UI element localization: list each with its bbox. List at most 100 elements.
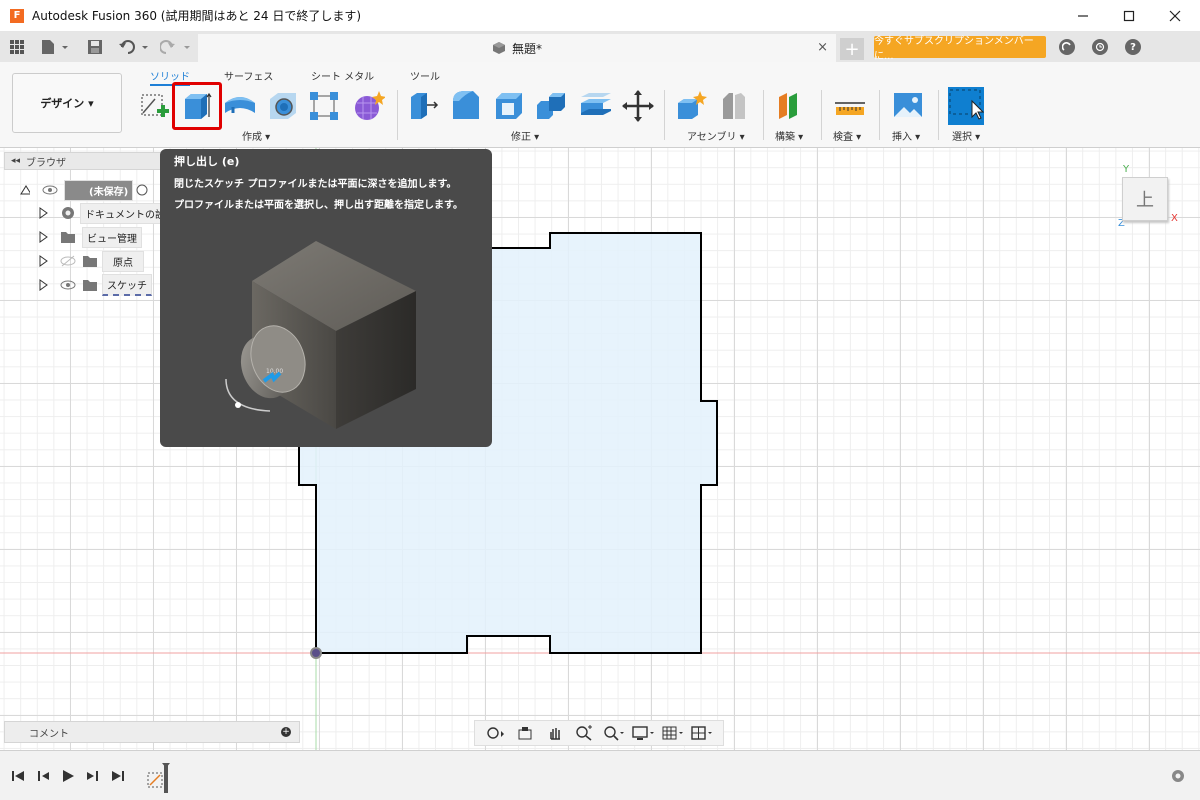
create-sketch-button[interactable] bbox=[136, 88, 172, 124]
tab-sheet-metal[interactable]: シート メタル bbox=[311, 68, 374, 83]
tooltip-description: 閉じたスケッチ プロファイルまたは平面に深さを追加します。 bbox=[174, 179, 457, 190]
new-component-icon bbox=[678, 91, 707, 119]
combine-icon bbox=[537, 93, 565, 119]
window-title: Autodesk Fusion 360 (試用期間はあと 24 日で終了します) bbox=[32, 9, 362, 23]
press-pull-button[interactable] bbox=[406, 88, 442, 124]
undo-button[interactable] bbox=[118, 38, 152, 56]
viewports-icon bbox=[691, 726, 713, 740]
pan-button[interactable] bbox=[544, 723, 566, 743]
separator bbox=[938, 90, 939, 140]
data-panel-button[interactable] bbox=[9, 38, 25, 56]
job-status-icon[interactable] bbox=[1059, 39, 1075, 55]
grid-apps-icon bbox=[10, 40, 24, 54]
file-icon bbox=[42, 40, 68, 54]
origin-label: 原点 bbox=[102, 250, 144, 272]
notification-clock-icon[interactable] bbox=[1092, 39, 1108, 55]
origin-point bbox=[310, 647, 322, 659]
browser-item-origin[interactable]: 原点 bbox=[38, 250, 144, 272]
collapse-browser-icon[interactable]: ◂◂ bbox=[11, 156, 20, 166]
subscribe-button[interactable]: 今すぐサブスクリプションメンバーに... bbox=[874, 36, 1046, 62]
redo-button[interactable] bbox=[160, 38, 194, 56]
combine-button[interactable] bbox=[534, 88, 570, 124]
close-window-button[interactable] bbox=[1152, 0, 1198, 32]
browser-item-doc-settings[interactable]: ドキュメントの設 bbox=[38, 202, 170, 224]
move-copy-button[interactable] bbox=[620, 88, 656, 124]
separator bbox=[821, 90, 822, 140]
create-form-button[interactable] bbox=[350, 88, 386, 124]
document-tab[interactable]: 無題* × bbox=[198, 34, 836, 62]
move-icon bbox=[622, 90, 654, 122]
comments-panel[interactable]: コメント + bbox=[4, 721, 300, 743]
viewcube-top-face[interactable]: 上 bbox=[1136, 186, 1154, 212]
group-modify-label[interactable]: 修正 ▾ bbox=[511, 128, 539, 143]
grid-icon bbox=[662, 726, 683, 740]
browser-item-sketches[interactable]: スケッチ bbox=[38, 274, 152, 296]
new-component-button[interactable] bbox=[673, 88, 709, 124]
display-settings-button[interactable] bbox=[632, 723, 655, 743]
measure-button[interactable] bbox=[832, 88, 868, 124]
play-button[interactable] bbox=[60, 767, 76, 785]
zoom-button[interactable] bbox=[573, 723, 595, 743]
step-back-button[interactable] bbox=[36, 767, 52, 785]
viewcube[interactable]: 上 bbox=[1122, 177, 1168, 221]
timeline-sketch-feature[interactable] bbox=[146, 763, 170, 793]
tab-tools[interactable]: ツール bbox=[410, 68, 440, 83]
hole-button[interactable] bbox=[265, 88, 301, 124]
select-icon bbox=[948, 87, 984, 125]
zoom-icon bbox=[576, 725, 593, 741]
minimize-button[interactable] bbox=[1060, 0, 1106, 32]
select-button[interactable] bbox=[948, 87, 984, 125]
close-tab-icon[interactable]: × bbox=[817, 40, 828, 55]
group-create-label[interactable]: 作成 ▾ bbox=[242, 128, 270, 143]
timeline-settings-button[interactable] bbox=[1170, 767, 1186, 785]
eye-icon bbox=[60, 280, 76, 290]
new-tab-button[interactable]: + bbox=[840, 38, 864, 60]
group-insert-label[interactable]: 挿入 ▾ bbox=[892, 128, 920, 143]
hand-pan-icon bbox=[550, 728, 560, 740]
dial-handle-icon bbox=[235, 402, 241, 408]
grid-settings-button[interactable] bbox=[662, 723, 684, 743]
revolve-button[interactable] bbox=[222, 88, 258, 124]
viewports-button[interactable] bbox=[691, 723, 713, 743]
folder-icon bbox=[61, 232, 75, 243]
pattern-icon bbox=[310, 92, 338, 120]
rectangular-pattern-button[interactable] bbox=[306, 88, 342, 124]
document-title: 無題* bbox=[511, 41, 542, 56]
workspace-switcher[interactable]: デザイン ▾ bbox=[12, 73, 122, 133]
go-to-end-button[interactable] bbox=[110, 767, 126, 785]
orbit-button[interactable] bbox=[485, 723, 507, 743]
component-cube-icon bbox=[492, 42, 505, 54]
fit-button[interactable] bbox=[603, 723, 625, 743]
maximize-button[interactable] bbox=[1106, 0, 1152, 32]
help-icon[interactable]: ? bbox=[1125, 39, 1141, 55]
browser-title: ブラウザ bbox=[26, 157, 67, 169]
separator bbox=[763, 90, 764, 140]
insert-canvas-button[interactable] bbox=[890, 88, 926, 124]
group-construct-label[interactable]: 構築 ▾ bbox=[775, 128, 803, 143]
go-to-start-button[interactable] bbox=[10, 767, 26, 785]
fillet-icon bbox=[453, 91, 479, 119]
expand-arrow-icon bbox=[39, 207, 48, 219]
group-assemble-label[interactable]: アセンブリ ▾ bbox=[687, 128, 745, 143]
offset-face-button[interactable] bbox=[578, 88, 614, 124]
group-select-label[interactable]: 選択 ▾ bbox=[952, 128, 980, 143]
tab-surface[interactable]: サーフェス bbox=[224, 68, 273, 83]
step-forward-button[interactable] bbox=[84, 767, 100, 785]
group-inspect-label[interactable]: 検査 ▾ bbox=[833, 128, 861, 143]
save-button[interactable] bbox=[87, 38, 103, 56]
comments-label: コメント bbox=[29, 728, 69, 740]
measure-icon bbox=[835, 102, 865, 115]
insert-image-icon bbox=[894, 93, 922, 117]
joint-button[interactable] bbox=[716, 88, 752, 124]
tab-bar: 無題* × + 今すぐサブスクリプションメンバーに... ? bbox=[0, 32, 1200, 62]
offset-plane-icon bbox=[779, 93, 797, 119]
add-comment-icon[interactable]: + bbox=[281, 727, 291, 737]
shell-button[interactable] bbox=[491, 88, 527, 124]
file-menu-button[interactable] bbox=[40, 38, 70, 56]
browser-root-item[interactable]: (未保存) bbox=[20, 179, 149, 201]
look-at-button[interactable] bbox=[514, 723, 536, 743]
browser-item-named-views[interactable]: ビュー管理 bbox=[38, 226, 142, 248]
create-sketch-icon bbox=[141, 94, 169, 117]
offset-plane-button[interactable] bbox=[772, 88, 808, 124]
fillet-button[interactable] bbox=[448, 88, 484, 124]
